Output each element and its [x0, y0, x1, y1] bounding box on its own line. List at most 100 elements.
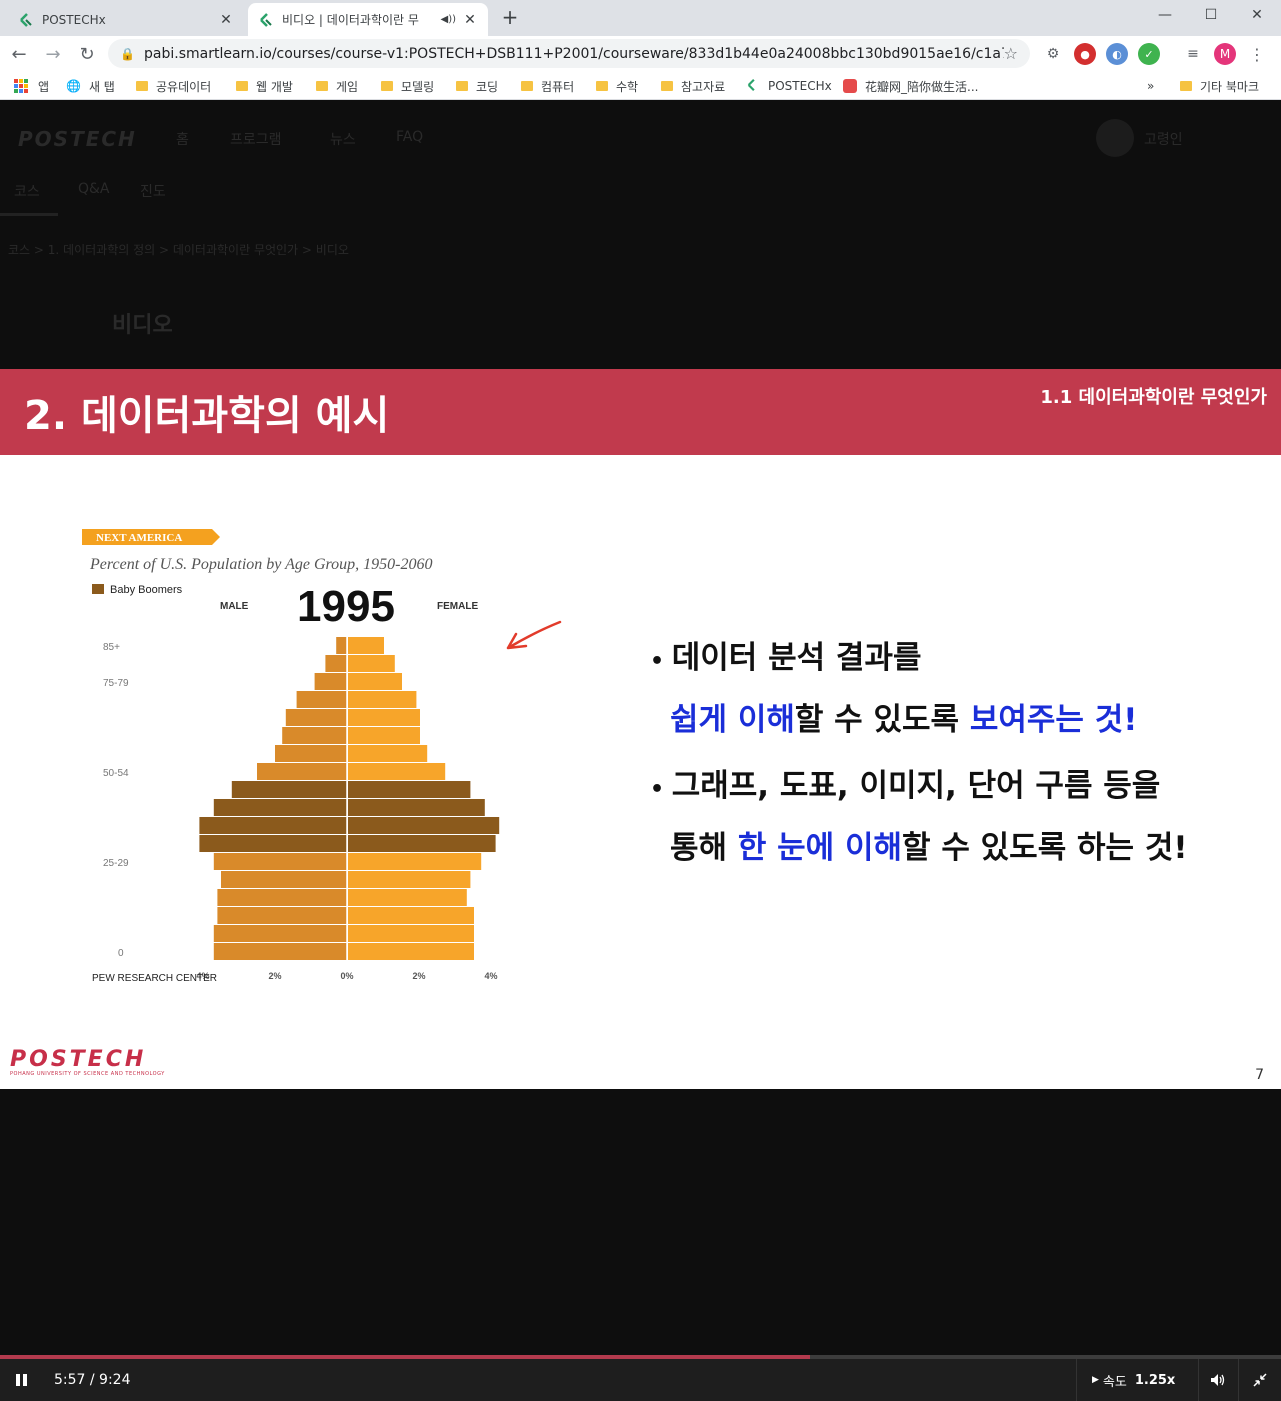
bookmark-label: 기타 북마크 — [1200, 79, 1260, 94]
reload-icon[interactable]: ↻ — [72, 39, 102, 69]
bullet-text: 데이터 분석 결과를 — [671, 640, 922, 676]
bullet-line: 통해 한 눈에 이해할 수 있도록 하는 것! — [650, 819, 1250, 877]
bookmark-star-icon[interactable]: ☆ — [1004, 44, 1018, 63]
female-bar — [348, 817, 500, 834]
male-bar — [275, 745, 347, 762]
bookmark-folder[interactable]: 게임 — [316, 77, 358, 95]
slide-title: 2. 데이터과학의 예시 — [24, 393, 390, 439]
male-bar — [314, 673, 347, 690]
female-bar — [348, 925, 474, 942]
bookmark-huaban[interactable]: 花瓣网_陪你做生活... — [843, 77, 978, 95]
male-bar — [213, 925, 347, 942]
bookmark-overflow-button[interactable]: » — [1147, 77, 1154, 95]
bookmark-label: 웹 개발 — [256, 79, 293, 94]
bookmark-folder[interactable]: 컴퓨터 — [521, 77, 574, 95]
menu-icon[interactable]: ⋮ — [1246, 43, 1268, 65]
postechx-favicon-icon — [258, 12, 274, 28]
x-tick-label: 4% — [484, 971, 497, 981]
controls-divider — [1076, 1359, 1077, 1401]
video-slide[interactable]: 2. 데이터과학의 예시 1.1 데이터과학이란 무엇인가 NEXT AMERI… — [0, 369, 1281, 1089]
bookmark-folder[interactable]: 코딩 — [456, 77, 498, 95]
female-bar — [348, 709, 420, 726]
user-name[interactable]: 고령인 — [1144, 129, 1183, 149]
bookmark-folder[interactable]: 참고자료 — [661, 77, 725, 95]
annotation-arrow-icon — [506, 620, 562, 650]
extension-icon[interactable]: ● — [1074, 43, 1096, 65]
breadcrumb: 코스 > 1. 데이터과학의 정의 > 데이터과학이란 무엇인가 > 비디오 — [8, 243, 349, 257]
nav-news[interactable]: 뉴스 — [330, 129, 356, 149]
female-bar — [348, 727, 420, 744]
play-triangle-icon: ▶ — [1092, 1375, 1099, 1385]
male-label: MALE — [220, 601, 249, 612]
tab-close-icon[interactable]: ✕ — [462, 12, 478, 28]
female-label: FEMALE — [437, 601, 478, 612]
female-bar — [348, 691, 417, 708]
folder-icon — [521, 81, 533, 91]
male-bar — [213, 799, 347, 816]
profile-avatar[interactable]: M — [1214, 43, 1236, 65]
audio-playing-icon[interactable]: ◀)) — [441, 14, 457, 25]
close-window-icon[interactable]: ✕ — [1234, 0, 1280, 30]
tab-close-icon[interactable]: ✕ — [218, 12, 234, 28]
folder-icon — [661, 81, 673, 91]
exit-fullscreen-icon[interactable] — [1246, 1359, 1274, 1401]
folder-icon — [136, 81, 148, 91]
media-control-icon[interactable]: ≡ — [1182, 43, 1204, 65]
male-bar — [217, 889, 347, 906]
postechx-favicon-icon — [18, 12, 34, 28]
male-bar — [336, 637, 347, 654]
bookmark-postechx[interactable]: POSTECHx — [746, 77, 832, 95]
bookmark-apps[interactable]: 앱 — [14, 77, 49, 95]
subnav-qna[interactable]: Q&A — [78, 181, 110, 197]
minimize-icon[interactable]: — — [1142, 0, 1188, 30]
bullet-highlight: 쉽게 이해 — [670, 702, 795, 738]
tab-video[interactable]: 비디오 | 데이터과학이란 무 ◀)) ✕ — [248, 3, 488, 36]
pause-icon[interactable] — [6, 1359, 36, 1401]
subnav-active-underline — [0, 213, 58, 216]
site-logo[interactable]: POSTECH — [18, 127, 137, 151]
volume-icon[interactable] — [1204, 1359, 1232, 1401]
female-bar — [348, 745, 428, 762]
extension-icon[interactable]: ⚙ — [1042, 43, 1064, 65]
extension-icon[interactable]: ◐ — [1106, 43, 1128, 65]
bookmark-new-tab[interactable]: 🌐 새 탭 — [66, 77, 115, 95]
bookmark-label: 花瓣网_陪你做生活... — [865, 79, 979, 94]
male-bar — [282, 727, 347, 744]
x-tick-label: 2% — [268, 971, 281, 981]
bookmark-label: 공유데이터 — [156, 79, 212, 94]
postech-logo: POSTECH POHANG UNIVERSITY OF SCIENCE AND… — [10, 1049, 165, 1078]
forward-icon[interactable]: → — [38, 39, 68, 69]
bullet-text: 할 수 있도록 — [794, 702, 970, 738]
address-bar[interactable]: 🔒 pabi.smartlearn.io/courses/course-v1:P… — [108, 39, 1030, 68]
maximize-icon[interactable]: ☐ — [1188, 0, 1234, 30]
chart-year: 1995 — [297, 582, 395, 631]
bookmark-label: 모델링 — [401, 79, 435, 94]
subnav-progress[interactable]: 진도 — [140, 181, 166, 201]
bookmark-folder[interactable]: 수학 — [596, 77, 638, 95]
nav-programs[interactable]: 프로그램 — [230, 129, 282, 149]
female-bar — [348, 907, 474, 924]
bookmark-folder[interactable]: 공유데이터 — [136, 77, 211, 95]
new-tab-button[interactable]: + — [498, 6, 522, 30]
bookmark-label: POSTECHx — [768, 79, 832, 93]
shield-extension-icon[interactable]: ✓ — [1138, 43, 1160, 65]
video-time: 5:57 / 9:24 — [54, 1372, 131, 1388]
back-icon[interactable]: ← — [4, 39, 34, 69]
male-bar — [213, 943, 347, 960]
bookmark-folder-other[interactable]: 기타 북마크 — [1180, 77, 1259, 95]
logo-tagline: POHANG UNIVERSITY OF SCIENCE AND TECHNOL… — [10, 1071, 165, 1077]
y-tick-label: 75-79 — [103, 678, 129, 689]
bullet-text: 할 수 있도록 하는 것! — [902, 830, 1188, 866]
user-avatar[interactable] — [1096, 119, 1134, 157]
male-bar — [217, 907, 347, 924]
bullet-line: • 그래프, 도표, 이미지, 단어 구름 등을 — [650, 757, 1250, 819]
tab-postechx[interactable]: POSTECHx ✕ — [8, 3, 244, 36]
subnav-course[interactable]: 코스 — [14, 181, 40, 201]
female-bar — [348, 943, 474, 960]
nav-faq[interactable]: FAQ — [396, 129, 423, 145]
speed-button[interactable]: ▶ 속도 1.25x — [1092, 1359, 1175, 1401]
bookmark-label: 수학 — [616, 79, 639, 94]
bookmark-folder[interactable]: 웹 개발 — [236, 77, 293, 95]
bookmark-folder[interactable]: 모델링 — [381, 77, 434, 95]
nav-home[interactable]: 홈 — [176, 129, 189, 149]
